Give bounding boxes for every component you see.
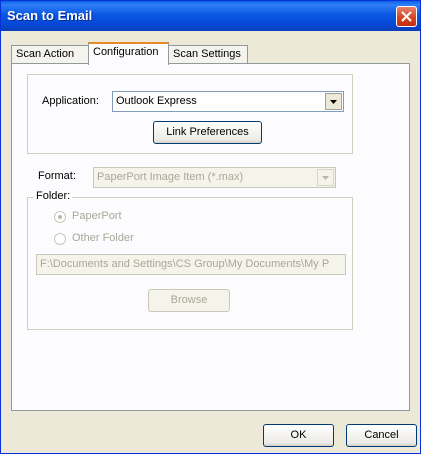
application-select-value: Outlook Express <box>116 95 197 107</box>
paperport-radio-label: PaperPort <box>72 210 122 222</box>
configuration-panel: Application: Outlook Express Link Prefer… <box>11 63 410 411</box>
folder-group-label: Folder: <box>34 190 73 202</box>
format-label: Format: <box>38 170 76 182</box>
application-group: Application: Outlook Express Link Prefer… <box>27 74 353 154</box>
close-icon <box>401 11 412 22</box>
tab-scan-settings[interactable]: Scan Settings <box>168 45 248 63</box>
other-folder-radio-label: Other Folder <box>72 232 134 244</box>
format-select: PaperPort Image Item (*.max) <box>93 167 336 188</box>
ok-button[interactable]: OK <box>263 424 334 447</box>
application-label: Application: <box>42 95 99 107</box>
format-select-value: PaperPort Image Item (*.max) <box>97 171 244 183</box>
tab-configuration[interactable]: Configuration <box>88 42 169 65</box>
chevron-down-icon <box>330 100 337 104</box>
link-preferences-button[interactable]: Link Preferences <box>153 121 262 144</box>
folder-group: Folder: PaperPort Other Folder F:\Docume… <box>27 190 353 330</box>
tab-scan-action[interactable]: Scan Action <box>11 45 89 63</box>
chevron-down-icon <box>322 176 329 180</box>
application-select[interactable]: Outlook Express <box>112 91 344 112</box>
title-bar[interactable]: Scan to Email <box>1 1 420 31</box>
other-folder-radio <box>54 233 66 245</box>
tab-scan-settings-label: Scan Settings <box>173 48 241 60</box>
browse-button: Browse <box>148 289 230 312</box>
tab-configuration-label: Configuration <box>93 46 159 58</box>
cancel-button[interactable]: Cancel <box>346 424 417 447</box>
application-dropdown-arrow[interactable] <box>325 93 342 110</box>
paperport-radio <box>54 211 66 223</box>
close-button[interactable] <box>396 6 417 27</box>
tab-scan-action-label: Scan Action <box>16 48 75 60</box>
format-dropdown-arrow <box>317 169 334 186</box>
radio-selected-dot <box>58 215 62 219</box>
scan-to-email-window: Scan to Email Scan Action Configuration … <box>0 0 421 454</box>
folder-path-value: F:\Documents and Settings\CS Group\My Do… <box>40 258 330 270</box>
window-title: Scan to Email <box>7 8 93 23</box>
folder-path-field: F:\Documents and Settings\CS Group\My Do… <box>36 254 346 275</box>
